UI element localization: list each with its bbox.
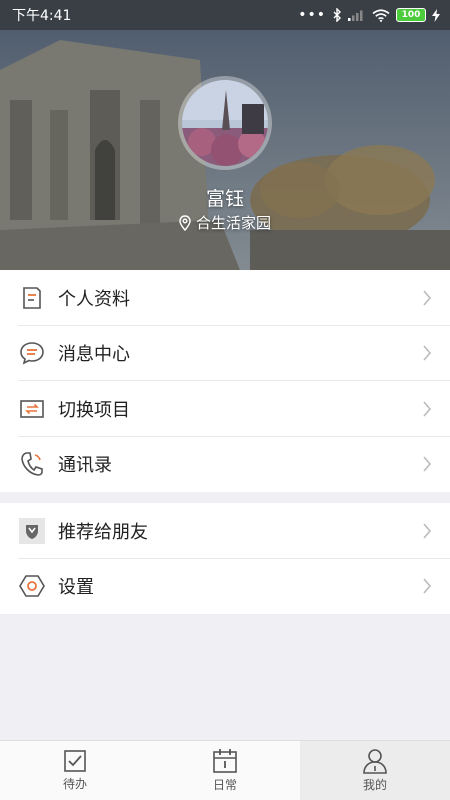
user-name: 富钰 (205, 188, 244, 210)
chevron-right-icon (423, 578, 432, 594)
hexagon-settings-icon (18, 572, 46, 600)
calendar-icon (213, 749, 237, 773)
checkbox-icon (64, 750, 86, 772)
tab-todo[interactable]: 待办 (0, 741, 150, 800)
phone-icon (18, 450, 46, 478)
chat-icon (18, 339, 46, 367)
menu-label-contacts: 通讯录 (58, 455, 112, 477)
chevron-right-icon (423, 290, 432, 306)
menu-label-recommend: 推荐给朋友 (58, 521, 148, 543)
user-location: 合生活家园 (0, 212, 450, 233)
signal-icon (348, 10, 363, 21)
wifi-icon (372, 8, 390, 22)
chevron-right-icon (423, 345, 432, 361)
shield-icon (18, 517, 46, 545)
avatar[interactable] (178, 76, 272, 170)
status-icons: ••• 100 (298, 8, 440, 22)
menu-item-switch-project[interactable]: 切换项目 (0, 381, 450, 437)
document-icon (18, 284, 46, 312)
charging-icon (432, 8, 440, 22)
status-time: 下午4:41 (12, 8, 72, 24)
menu-label-profile: 个人资料 (58, 288, 130, 310)
more-dots-icon: ••• (298, 7, 326, 23)
menu-label-messages: 消息中心 (58, 344, 130, 366)
menu-item-settings[interactable]: 设置 (0, 559, 450, 615)
location-pin-icon (179, 214, 191, 231)
swap-icon (18, 395, 46, 423)
avatar-image (182, 80, 268, 166)
chevron-right-icon (423, 456, 432, 472)
tab-daily[interactable]: 日常 (150, 741, 300, 800)
chevron-right-icon (423, 523, 432, 539)
tab-label-todo: 待办 (62, 777, 87, 791)
menu-label-settings: 设置 (58, 577, 94, 599)
tab-label-daily: 日常 (212, 778, 237, 792)
battery-icon: 100 (396, 8, 426, 22)
menu-item-messages[interactable]: 消息中心 (0, 326, 450, 382)
status-bar: 下午4:41 ••• 100 (0, 0, 450, 30)
person-icon (363, 749, 387, 774)
tab-label-mine: 我的 (362, 778, 387, 792)
menu-group-main: 个人资料 消息中心 切换项目 通讯录 (0, 270, 450, 492)
menu-label-switch-project: 切换项目 (58, 399, 130, 421)
chevron-right-icon (423, 401, 432, 417)
location-label: 合生活家园 (195, 214, 271, 232)
menu-item-profile[interactable]: 个人资料 (0, 270, 450, 326)
menu-item-contacts[interactable]: 通讯录 (0, 437, 450, 493)
menu-group-secondary: 推荐给朋友 设置 (0, 503, 450, 614)
profile-header: 富钰 合生活家园 (0, 30, 450, 270)
bottom-tab-bar: 待办 日常 我的 (0, 740, 450, 800)
tab-mine[interactable]: 我的 (300, 741, 450, 800)
bluetooth-icon (333, 8, 341, 22)
menu-item-recommend[interactable]: 推荐给朋友 (0, 503, 450, 559)
